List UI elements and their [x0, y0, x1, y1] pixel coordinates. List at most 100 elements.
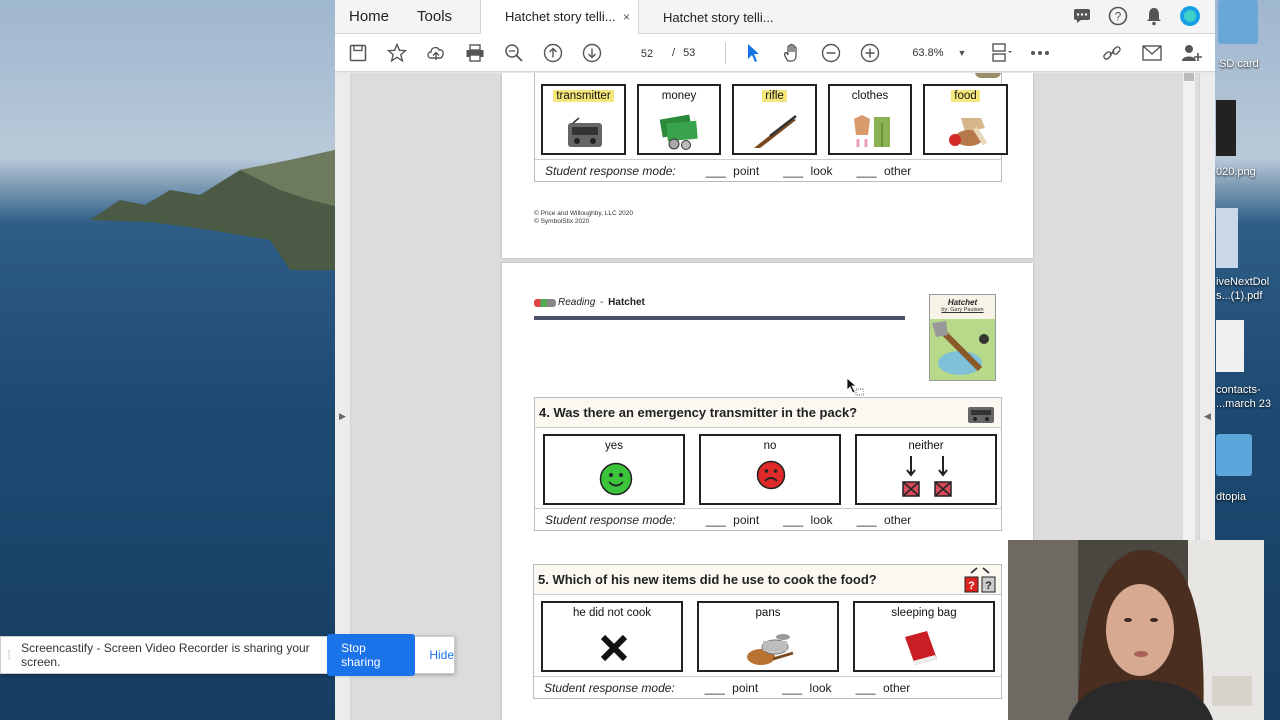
- svg-text:?: ?: [1115, 10, 1122, 24]
- choice-money[interactable]: money: [637, 84, 721, 155]
- page-layout-icon[interactable]: [990, 42, 1013, 64]
- add-user-icon[interactable]: [1181, 42, 1203, 64]
- question-5-header: 5. Which of his new items did he use to …: [534, 565, 1001, 595]
- question-4-header: 4. Was there an emergency transmitter in…: [535, 398, 1001, 428]
- hand-tool-icon[interactable]: [781, 42, 803, 64]
- toolbar: 52 / 53 63.8% ▼: [335, 34, 1215, 72]
- menu-home[interactable]: Home: [335, 8, 403, 25]
- response-blank-other[interactable]: ___ other: [857, 513, 912, 527]
- response-blank-look[interactable]: ___ look: [783, 164, 832, 178]
- choice-transmitter[interactable]: transmitter: [541, 84, 626, 155]
- zoom-level-select[interactable]: 63.8% ▼: [912, 47, 966, 59]
- food-icon: [949, 118, 988, 146]
- island-mountain: [90, 150, 350, 270]
- book-cover-author: by: Gary Paulsen: [941, 307, 984, 313]
- choice-rifle[interactable]: rifle: [732, 84, 817, 155]
- response-blank-look[interactable]: ___ look: [783, 513, 832, 527]
- choice-label: no: [763, 440, 777, 452]
- tab-label: Hatchet story telli...: [505, 9, 616, 24]
- hide-button[interactable]: Hide: [429, 648, 454, 662]
- stop-sharing-button[interactable]: Stop sharing: [327, 634, 416, 676]
- sd-card-icon[interactable]: [1218, 0, 1258, 44]
- response-blank-look[interactable]: ___ look: [782, 681, 831, 695]
- screen-share-notification: ⁞ Screencastify - Screen Video Recorder …: [0, 634, 455, 676]
- header-icon-clip: [975, 73, 1001, 78]
- student-response-mode: Student response mode: ___ point ___ loo…: [535, 508, 1001, 530]
- email-icon[interactable]: [1141, 42, 1163, 64]
- book-cover-art: [930, 319, 995, 380]
- zoom-out-icon[interactable]: [820, 42, 842, 64]
- drag-handle-icon[interactable]: ⁞: [1, 648, 17, 662]
- q4-choices: yes no neither: [543, 434, 997, 505]
- choice-label: money: [661, 90, 697, 102]
- response-blank-point[interactable]: ___ point: [705, 681, 758, 695]
- response-blank-point[interactable]: ___ point: [706, 513, 759, 527]
- close-tab-icon[interactable]: ×: [623, 10, 630, 24]
- q4-choice-yes[interactable]: yes: [543, 434, 685, 505]
- x-mark-icon: [600, 634, 628, 662]
- image-thumb-icon[interactable]: [1216, 100, 1236, 156]
- print-icon[interactable]: [464, 42, 486, 64]
- menu-tools[interactable]: Tools: [403, 8, 466, 25]
- scroll-thumb[interactable]: [1184, 73, 1194, 81]
- share-link-icon[interactable]: [1101, 42, 1123, 64]
- choice-food[interactable]: food: [923, 84, 1008, 155]
- desktop-item-png[interactable]: 020.png: [1216, 166, 1256, 178]
- chevron-right-icon: ▶: [339, 411, 346, 421]
- bell-icon[interactable]: [1143, 5, 1165, 27]
- q4-choice-neither[interactable]: neither: [855, 434, 997, 505]
- svg-text:?: ?: [985, 580, 992, 592]
- account-avatar-icon[interactable]: [1179, 5, 1201, 27]
- choice-label: yes: [605, 440, 623, 452]
- response-mode-label: Student response mode:: [545, 512, 676, 527]
- response-mode-label: Student response mode:: [544, 680, 675, 695]
- header-rule: [534, 316, 905, 320]
- tab-hatchet-1[interactable]: Hatchet story telli... ×: [480, 0, 638, 34]
- q5-choice-pans[interactable]: pans: [697, 601, 839, 672]
- response-blank-other[interactable]: ___ other: [857, 164, 912, 178]
- zoom-in-icon[interactable]: [859, 42, 881, 64]
- folder-icon[interactable]: [1216, 434, 1252, 476]
- question-5-text: 5. Which of his new items did he use to …: [538, 572, 877, 587]
- choice-label: neither: [908, 440, 944, 452]
- more-options-icon[interactable]: [1029, 42, 1051, 64]
- question-choice-icon: ??: [964, 567, 996, 593]
- zoom-search-icon[interactable]: [503, 42, 525, 64]
- pdf-thumb-icon[interactable]: [1216, 208, 1238, 268]
- q5-choice-did-not-cook[interactable]: he did not cook: [541, 601, 683, 672]
- zoom-level-value: 63.8%: [912, 46, 944, 59]
- bookmark-star-icon[interactable]: [386, 42, 408, 64]
- comment-icon[interactable]: [1071, 5, 1093, 27]
- answer-choices: transmitter money rifle clothes food: [541, 84, 1008, 155]
- total-pages: 53: [683, 46, 696, 59]
- page-down-icon[interactable]: [581, 42, 603, 64]
- document-thumb-icon[interactable]: [1216, 320, 1244, 372]
- help-icon[interactable]: ?: [1107, 5, 1129, 27]
- choice-label: rifle: [762, 90, 787, 102]
- desktop-item-sd-card[interactable]: SD card: [1219, 58, 1259, 70]
- save-icon[interactable]: [347, 42, 369, 64]
- q5-choices: he did not cook pans sleeping bag: [541, 601, 995, 672]
- page-up-icon[interactable]: [542, 42, 564, 64]
- q5-choice-sleeping-bag[interactable]: sleeping bag: [853, 601, 995, 672]
- choice-clothes[interactable]: clothes: [828, 84, 912, 155]
- header-separator: -: [597, 297, 607, 308]
- question-5: 5. Which of his new items did he use to …: [533, 564, 1002, 699]
- desktop-item-pdf[interactable]: iveNextDol s...(1).pdf: [1216, 275, 1269, 303]
- q4-choice-no[interactable]: no: [699, 434, 841, 505]
- upload-cloud-icon[interactable]: [425, 42, 447, 64]
- desktop-item-dtopia[interactable]: dtopia: [1216, 491, 1246, 503]
- desktop-item-contacts[interactable]: contacts- ...march 23: [1216, 383, 1271, 411]
- response-blank-point[interactable]: ___ point: [706, 164, 759, 178]
- frown-red-icon: [756, 460, 786, 490]
- current-page-input[interactable]: 52: [630, 42, 664, 64]
- copyright-line-1: © Price and Willoughby, LLC 2020: [534, 210, 633, 217]
- left-panel-toggle[interactable]: ▶: [335, 73, 351, 720]
- select-cursor-icon[interactable]: [742, 42, 764, 64]
- chevron-left-icon: ◀: [1204, 411, 1211, 421]
- response-blank-other[interactable]: ___ other: [856, 681, 911, 695]
- tab-hatchet-2[interactable]: Hatchet story telli...: [638, 0, 796, 34]
- choice-label: clothes: [851, 90, 889, 102]
- choice-label: food: [951, 90, 980, 102]
- choice-label: sleeping bag: [891, 607, 957, 619]
